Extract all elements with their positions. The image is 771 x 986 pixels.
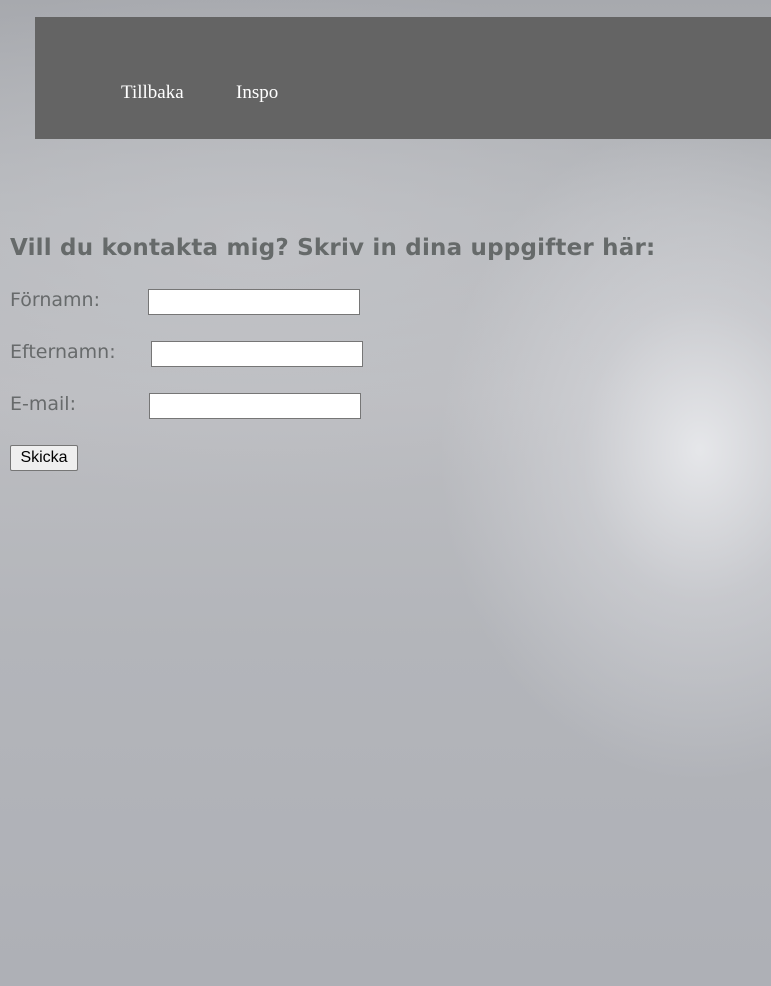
email-label: E-mail:	[10, 393, 76, 415]
first-name-label: Förnamn:	[10, 289, 100, 311]
nav-link-tillbaka[interactable]: Tillbaka	[121, 83, 184, 102]
nav-link-inspo[interactable]: Inspo	[236, 83, 278, 102]
submit-button[interactable]: Skicka	[10, 445, 78, 471]
form-heading: Vill du kontakta mig? Skriv in dina uppg…	[10, 235, 656, 261]
last-name-input[interactable]	[151, 341, 363, 367]
first-name-input[interactable]	[148, 289, 360, 315]
last-name-label: Efternamn:	[10, 341, 116, 363]
email-input[interactable]	[149, 393, 361, 419]
top-navbar: Tillbaka Inspo	[35, 17, 771, 139]
